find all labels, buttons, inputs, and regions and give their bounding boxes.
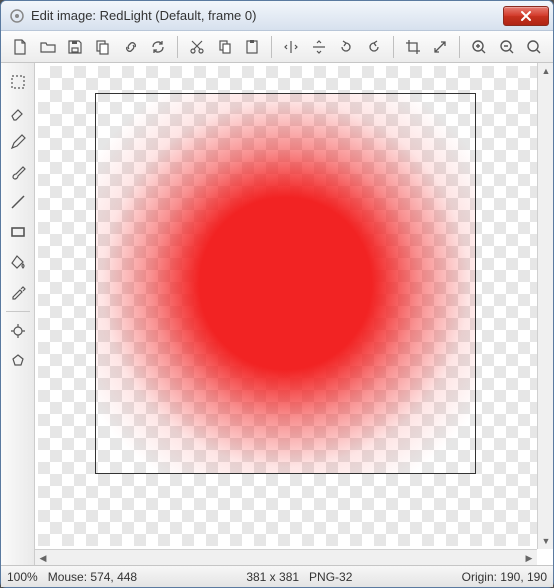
link-button[interactable] xyxy=(118,34,144,60)
horizontal-scrollbar[interactable]: ◀ ▶ xyxy=(35,549,537,565)
eyedropper-tool[interactable] xyxy=(5,279,31,305)
app-icon xyxy=(9,8,25,24)
status-bar: 100% Mouse: 574, 448 381 x 381 PNG-32 Or… xyxy=(1,565,553,587)
resize-button[interactable] xyxy=(427,34,453,60)
marquee-icon xyxy=(9,73,27,91)
open-button[interactable] xyxy=(35,34,61,60)
zoom-fit-button[interactable] xyxy=(521,34,547,60)
rotate-cw-icon xyxy=(365,38,383,56)
refresh-icon xyxy=(149,38,167,56)
status-dimensions: 381 x 381 xyxy=(246,570,299,584)
new-button[interactable] xyxy=(7,34,33,60)
zoom-in-icon xyxy=(470,38,488,56)
save-button[interactable] xyxy=(62,34,88,60)
flip-vertical-button[interactable] xyxy=(306,34,332,60)
folder-open-icon xyxy=(39,38,57,56)
fill-tool[interactable] xyxy=(5,249,31,275)
copy-image-button[interactable] xyxy=(90,34,116,60)
titlebar: Edit image: RedLight (Default, frame 0) xyxy=(1,1,553,31)
scroll-left-icon[interactable]: ◀ xyxy=(35,550,51,566)
polygon-tool[interactable] xyxy=(5,348,31,374)
toolbar-separator xyxy=(393,36,394,58)
eraser-icon xyxy=(9,103,27,121)
close-icon xyxy=(520,10,532,22)
rectangle-icon xyxy=(9,223,27,241)
bucket-icon xyxy=(9,253,27,271)
brush-icon xyxy=(9,163,27,181)
editor-window: Edit image: RedLight (Default, frame 0) xyxy=(0,0,554,588)
refresh-button[interactable] xyxy=(145,34,171,60)
copy-icon xyxy=(216,38,234,56)
image-content xyxy=(95,93,476,474)
flip-h-icon xyxy=(282,38,300,56)
toolbar-separator xyxy=(177,36,178,58)
cut-button[interactable] xyxy=(184,34,210,60)
pencil-tool[interactable] xyxy=(5,129,31,155)
crosshair-icon xyxy=(9,322,27,340)
close-button[interactable] xyxy=(503,6,549,26)
work-area: ▲ ▼ ◀ ▶ xyxy=(1,63,553,565)
resize-icon xyxy=(431,38,449,56)
link-icon xyxy=(122,38,140,56)
hotspot-tool[interactable] xyxy=(5,318,31,344)
scroll-down-icon[interactable]: ▼ xyxy=(538,533,553,549)
status-format: PNG-32 xyxy=(309,570,352,584)
scroll-up-icon[interactable]: ▲ xyxy=(538,63,553,79)
scroll-track[interactable] xyxy=(538,79,553,533)
polygon-icon xyxy=(9,352,27,370)
select-tool[interactable] xyxy=(5,69,31,95)
crop-button[interactable] xyxy=(400,34,426,60)
pencil-icon xyxy=(9,133,27,151)
line-icon xyxy=(9,193,27,211)
main-toolbar xyxy=(1,31,553,63)
zoom-out-icon xyxy=(498,38,516,56)
flip-horizontal-button[interactable] xyxy=(278,34,304,60)
rotate-cw-button[interactable] xyxy=(361,34,387,60)
tool-separator xyxy=(6,311,30,312)
vertical-scrollbar[interactable]: ▲ ▼ xyxy=(537,63,553,549)
status-zoom: 100% xyxy=(7,570,38,584)
zoom-fit-icon xyxy=(525,38,543,56)
cut-icon xyxy=(188,38,206,56)
flip-v-icon xyxy=(310,38,328,56)
rectangle-tool[interactable] xyxy=(5,219,31,245)
copy-doc-icon xyxy=(94,38,112,56)
zoom-out-button[interactable] xyxy=(494,34,520,60)
canvas-viewport[interactable]: ▲ ▼ xyxy=(35,63,553,549)
status-origin: Origin: 190, 190 xyxy=(462,570,547,584)
toolbar-separator xyxy=(459,36,460,58)
rotate-ccw-button[interactable] xyxy=(333,34,359,60)
tool-sidebar xyxy=(1,63,35,565)
paste-button[interactable] xyxy=(239,34,265,60)
crop-icon xyxy=(404,38,422,56)
eyedropper-icon xyxy=(9,283,27,301)
copy-button[interactable] xyxy=(212,34,238,60)
save-icon xyxy=(66,38,84,56)
brush-tool[interactable] xyxy=(5,159,31,185)
scroll-track[interactable] xyxy=(51,550,521,565)
zoom-in-button[interactable] xyxy=(466,34,492,60)
paste-icon xyxy=(243,38,261,56)
new-file-icon xyxy=(11,38,29,56)
toolbar-separator xyxy=(271,36,272,58)
eraser-tool[interactable] xyxy=(5,99,31,125)
scroll-right-icon[interactable]: ▶ xyxy=(521,550,537,566)
canvas-area: ▲ ▼ ◀ ▶ xyxy=(35,63,553,565)
line-tool[interactable] xyxy=(5,189,31,215)
rotate-ccw-icon xyxy=(337,38,355,56)
status-mouse: Mouse: 574, 448 xyxy=(48,570,137,584)
window-title: Edit image: RedLight (Default, frame 0) xyxy=(31,8,503,23)
